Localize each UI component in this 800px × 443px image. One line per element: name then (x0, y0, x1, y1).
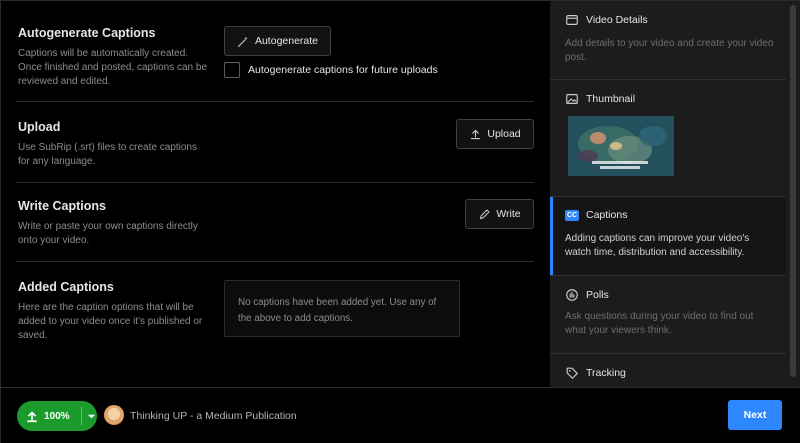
active-indicator (550, 197, 553, 275)
video-thumbnail-image[interactable] (568, 116, 674, 176)
upload-section: Upload Use SubRip (.srt) files to create… (18, 120, 460, 169)
sidebar-item-description: Adding captions can improve your video's… (565, 233, 750, 258)
dialog-footer: 100% Thinking UP - a Medium Publication … (1, 387, 800, 443)
caption-editor-dialog: Autogenerate Captions Captions will be a… (0, 0, 800, 443)
page-avatar (104, 405, 124, 425)
sidebar-scrollbar[interactable] (786, 1, 800, 387)
next-button[interactable]: Next (728, 400, 782, 430)
coral-reef-image (568, 116, 674, 176)
upload-button-label: Upload (487, 128, 521, 140)
upload-arrow-icon (27, 411, 37, 423)
sidebar-item-label: Thumbnail (586, 93, 636, 105)
scrollbar-thumb[interactable] (790, 5, 796, 377)
cc-icon: CC (565, 209, 579, 221)
section-divider (16, 101, 534, 102)
sidebar-item-tracking[interactable]: Tracking (550, 354, 786, 387)
upload-button[interactable]: Upload (456, 119, 534, 149)
image-icon (566, 94, 578, 104)
autogenerate-future-label: Autogenerate captions for future uploads (248, 64, 438, 76)
upload-icon (471, 129, 481, 139)
section-divider (16, 182, 534, 183)
sidebar-item-header: Polls (565, 288, 609, 302)
sidebar-item-captions[interactable]: CC Captions Adding captions can improve … (550, 197, 786, 276)
sidebar-item-header: Tracking (565, 366, 626, 380)
tag-icon (566, 367, 578, 379)
section-divider (16, 261, 534, 262)
upload-title: Upload (18, 120, 61, 134)
sidebar-item-label: Captions (586, 209, 628, 221)
poll-icon (566, 289, 578, 301)
added-captions-description: Here are the caption options that will b… (18, 302, 203, 341)
write-title: Write Captions (18, 199, 106, 213)
captions-empty-state: No captions have been added yet. Use any… (224, 280, 460, 337)
write-section: Write Captions Write or paste your own c… (18, 199, 460, 248)
pill-divider (80, 407, 82, 425)
autogenerate-future-checkbox[interactable] (224, 62, 240, 78)
sidebar-item-polls[interactable]: Polls Ask questions during your video to… (550, 276, 786, 354)
sidebar-item-header: Thumbnail (565, 92, 635, 106)
write-button-label: Write (496, 208, 521, 220)
sidebar-item-description: Ask questions during your video to find … (565, 311, 754, 336)
chevron-down-icon[interactable] (87, 412, 96, 421)
autogenerate-button[interactable]: Autogenerate (224, 26, 331, 56)
sidebar-item-video-details[interactable]: Video Details Add details to your video … (550, 1, 786, 80)
write-button[interactable]: Write (465, 199, 534, 229)
sidebar-item-label: Video Details (586, 14, 648, 26)
sidebar-item-label: Polls (586, 289, 609, 301)
magic-wand-icon (238, 36, 248, 47)
autogenerate-description: Captions will be automatically created. … (18, 48, 208, 87)
editor-sidebar: Video Details Add details to your video … (550, 1, 786, 387)
sidebar-item-label: Tracking (586, 367, 626, 379)
write-description: Write or paste your own captions directl… (18, 221, 198, 246)
autogenerate-button-label: Autogenerate (254, 35, 319, 47)
sidebar-item-header: Video Details (565, 13, 648, 27)
page-name: Thinking UP - a Medium Publication (130, 410, 297, 422)
sidebar-item-description: Add details to your video and create you… (565, 38, 774, 63)
captions-panel: Autogenerate Captions Captions will be a… (1, 1, 550, 387)
video-details-icon (566, 15, 578, 25)
sidebar-item-header: CC Captions (565, 209, 627, 221)
upload-progress-text: 100% (44, 410, 70, 422)
upload-description: Use SubRip (.srt) files to create captio… (18, 142, 197, 167)
upload-status-pill[interactable]: 100% (17, 401, 97, 431)
pencil-icon (480, 209, 490, 219)
